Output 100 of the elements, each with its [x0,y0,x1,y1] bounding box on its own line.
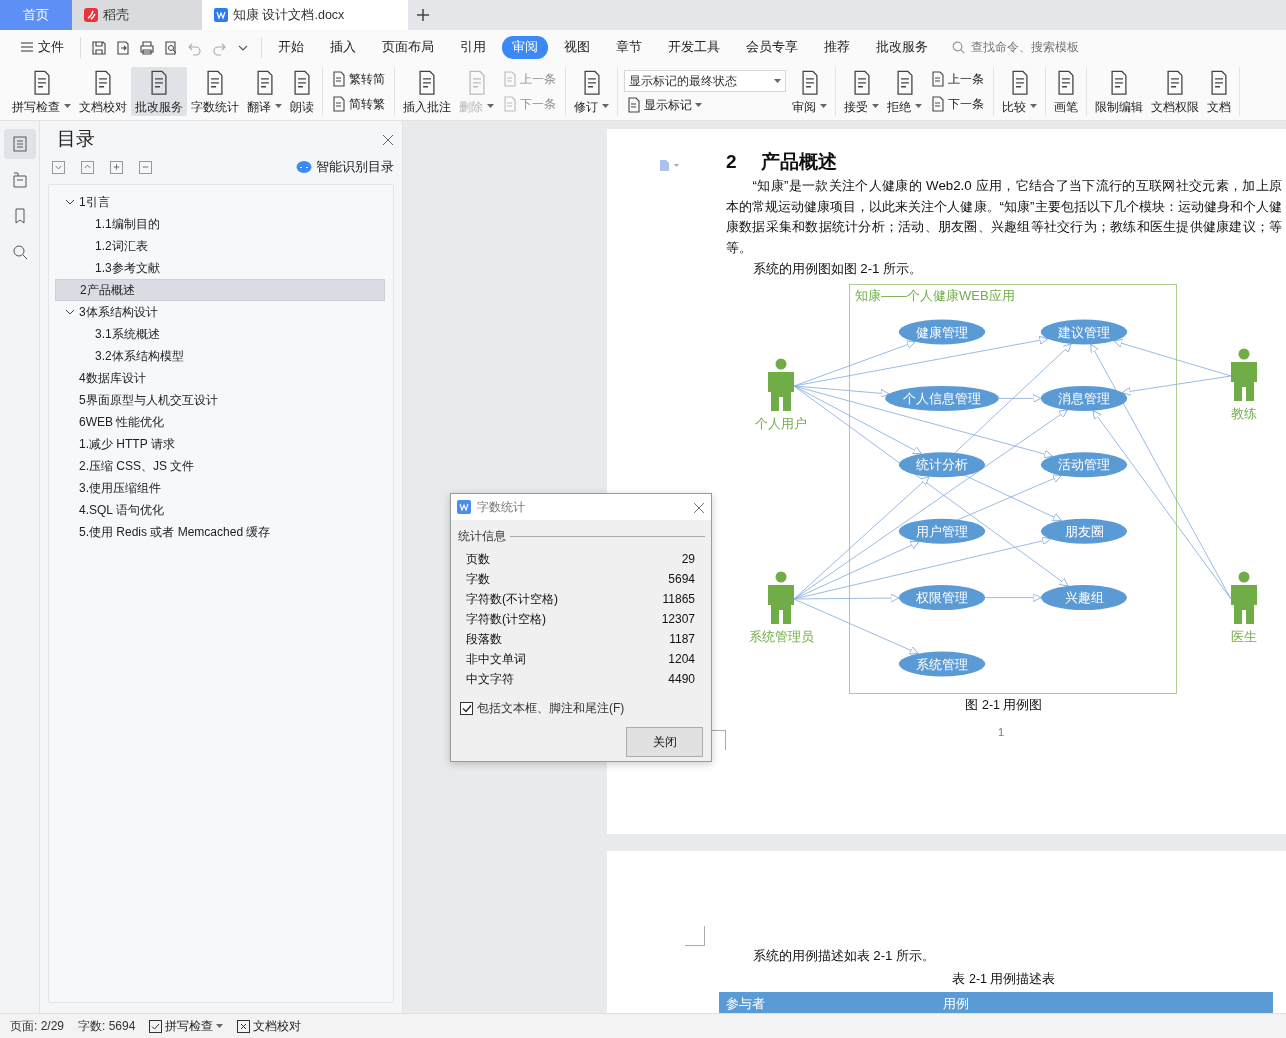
ribbon-button[interactable]: 画笔 [1050,66,1082,117]
tab[interactable]: 稻壳 [72,0,202,30]
heading-number: 2 [726,150,737,175]
actor-label: 教练 [1231,406,1257,422]
use-case-node: 权限管理 [898,585,986,611]
ribbon-button[interactable]: 翻译 [243,66,286,117]
save-icon [91,39,107,56]
stat-value: 12307 [661,611,695,628]
ribbon-button[interactable]: 拼写检查 [8,66,75,117]
menu-tab[interactable]: 推荐 [814,35,860,59]
outline-item[interactable]: 1.3参考文献 [55,257,385,280]
ribbon-button[interactable]: 显示标记 [624,94,786,115]
outline-item[interactable]: 2产品概述 [55,279,385,302]
robot-face-icon [296,161,312,174]
outline-item[interactable]: 4.SQL 语句优化 [55,499,385,522]
outline-item[interactable]: 3.1系统概述 [55,323,385,346]
ribbon-button[interactable]: 简转繁 [329,93,388,114]
stat-value: 4490 [668,671,695,688]
flame-logo-icon [84,8,98,22]
outline-item[interactable]: 2.压缩 CSS、JS 文件 [55,455,385,478]
caret-icon [487,103,494,108]
markup-mode-select[interactable]: 显示标记的最终状态 [624,69,786,92]
caret-icon [216,1024,224,1028]
actor-label: 系统管理员 [748,629,814,645]
ribbon-button[interactable]: 接受 [840,66,883,117]
menu-tab[interactable]: 插入 [320,35,366,59]
outline-item[interactable]: 4数据库设计 [55,367,385,390]
include-notes-checkbox[interactable] [460,701,473,715]
select-value: 显示标记的最终状态 [629,72,737,90]
sidebar-tab[interactable] [3,129,36,160]
outline-tool-button[interactable] [139,160,152,174]
actor-label: 医生 [1231,629,1257,645]
stat-value: 1204 [668,651,695,668]
crossed-box-icon [237,1019,251,1033]
menu-tab[interactable]: 引用 [450,35,496,59]
menu-tab[interactable]: 开始 [268,35,314,59]
body-paragraph: “知康”是一款关注个人健康的 Web2.0 应用，它结合了当下流行的互联网社交元素，加上原本的常规运动健康项目，以此来关注个人健康。“知康”主要包括以下几个模块：运动健身和个人健康数据采集和数据统计分析；活动、朋友圈、兴趣组等社交行为；教练和医生提供健康建议；等等。 [726,177,1282,257]
ribbon-button[interactable]: 限制编辑 [1091,66,1147,117]
outline-item[interactable]: 1.2词汇表 [55,235,385,258]
status-button[interactable]: 文档校对 [237,1017,302,1035]
table-header-cell-text: 参与者 [725,994,766,1013]
outline-item[interactable]: 3体系结构设计 [55,301,385,324]
outline-item[interactable]: 5界面原型与人机交互设计 [55,389,385,412]
close-dialog-button[interactable]: 关闭 [626,727,703,757]
ribbon-button[interactable]: 文档 [1203,66,1235,117]
outline-tool-button[interactable] [81,160,94,174]
ribbon-button[interactable]: 插入批注 [399,66,455,117]
menu-tab[interactable]: 开发工具 [658,35,730,59]
file-menu[interactable]: 文件 [10,35,74,59]
table-header-cell-text: 用例 [942,994,970,1013]
ribbon-button[interactable]: 字数统计 [187,66,243,117]
ribbon-button[interactable]: 繁转简 [329,68,388,89]
tab[interactable]: 知康 设计文档.docx [202,0,408,30]
outline-item[interactable]: 5.使用 Redis 或者 Memcached 缓存 [55,521,385,544]
smart-outline-button[interactable]: 智能识别目录 [296,157,394,177]
search-field[interactable]: 查找命令、搜索模板 [969,37,1119,58]
status-button[interactable]: 拼写检查 [149,1017,224,1035]
caret-icon [820,103,827,108]
stat-label: 段落数 [466,631,502,648]
ribbon-button[interactable]: 上一条 [928,68,987,89]
outline-tool-button[interactable] [110,160,123,174]
actor-label: 个人用户 [755,416,807,432]
use-case-node: 统计分析 [898,452,986,478]
ribbon-button[interactable]: 文档校对 [75,66,131,117]
ribbon-button[interactable]: 朗读 [286,66,318,117]
caret-icon [695,102,702,107]
checkbox-icon [149,1019,163,1033]
stat-label: 页数 [466,551,490,568]
menu-tab[interactable]: 会员专享 [736,35,808,59]
outline-item[interactable]: 1引言 [55,191,385,214]
stat-label: 字数 [466,571,490,588]
search-icon [10,243,29,262]
figure-caption: 图 2-1 用例图 [964,697,1044,715]
menu-tab[interactable]: 视图 [554,35,600,59]
menu-tab[interactable]: 批改服务 [866,35,938,59]
menu-tab[interactable]: 页面布局 [372,35,444,59]
ribbon-button[interactable]: 比较 [998,66,1041,117]
ribbon-button[interactable]: 文档权限 [1147,66,1203,117]
dialog-title: 字数统计 [477,499,525,516]
ribbon-button[interactable]: 下一条 [928,93,987,114]
outline-item[interactable]: 1.减少 HTTP 请求 [55,433,385,456]
ribbon-button[interactable]: 修订 [570,66,613,117]
caret-icon [872,103,879,108]
add-tab-icon [416,8,430,22]
ribbon-button[interactable]: 拒绝 [883,66,926,117]
outline-item[interactable]: 3.2体系结构模型 [55,345,385,368]
actor-figure [1231,348,1257,402]
outline-tool-button[interactable] [52,160,65,174]
caret-icon [602,103,609,108]
stat-value: 29 [681,551,695,568]
ribbon-button[interactable]: 批改服务 [131,66,187,117]
checkbox-label: 包括文本框、脚注和尾注(F) [477,700,625,717]
actor-figure [768,358,794,412]
outline-item[interactable]: 6WEB 性能优化 [55,411,385,434]
outline-item[interactable]: 3.使用压缩组件 [55,477,385,500]
body-paragraph: 系统的用例描述如表 2-1 所示。 [751,947,937,966]
menu-tab[interactable]: 章节 [606,35,652,59]
use-case-node: 兴趣组 [1041,585,1127,611]
outline-item[interactable]: 1.1编制目的 [55,213,385,236]
ribbon-button[interactable]: 审阅 [788,66,831,117]
